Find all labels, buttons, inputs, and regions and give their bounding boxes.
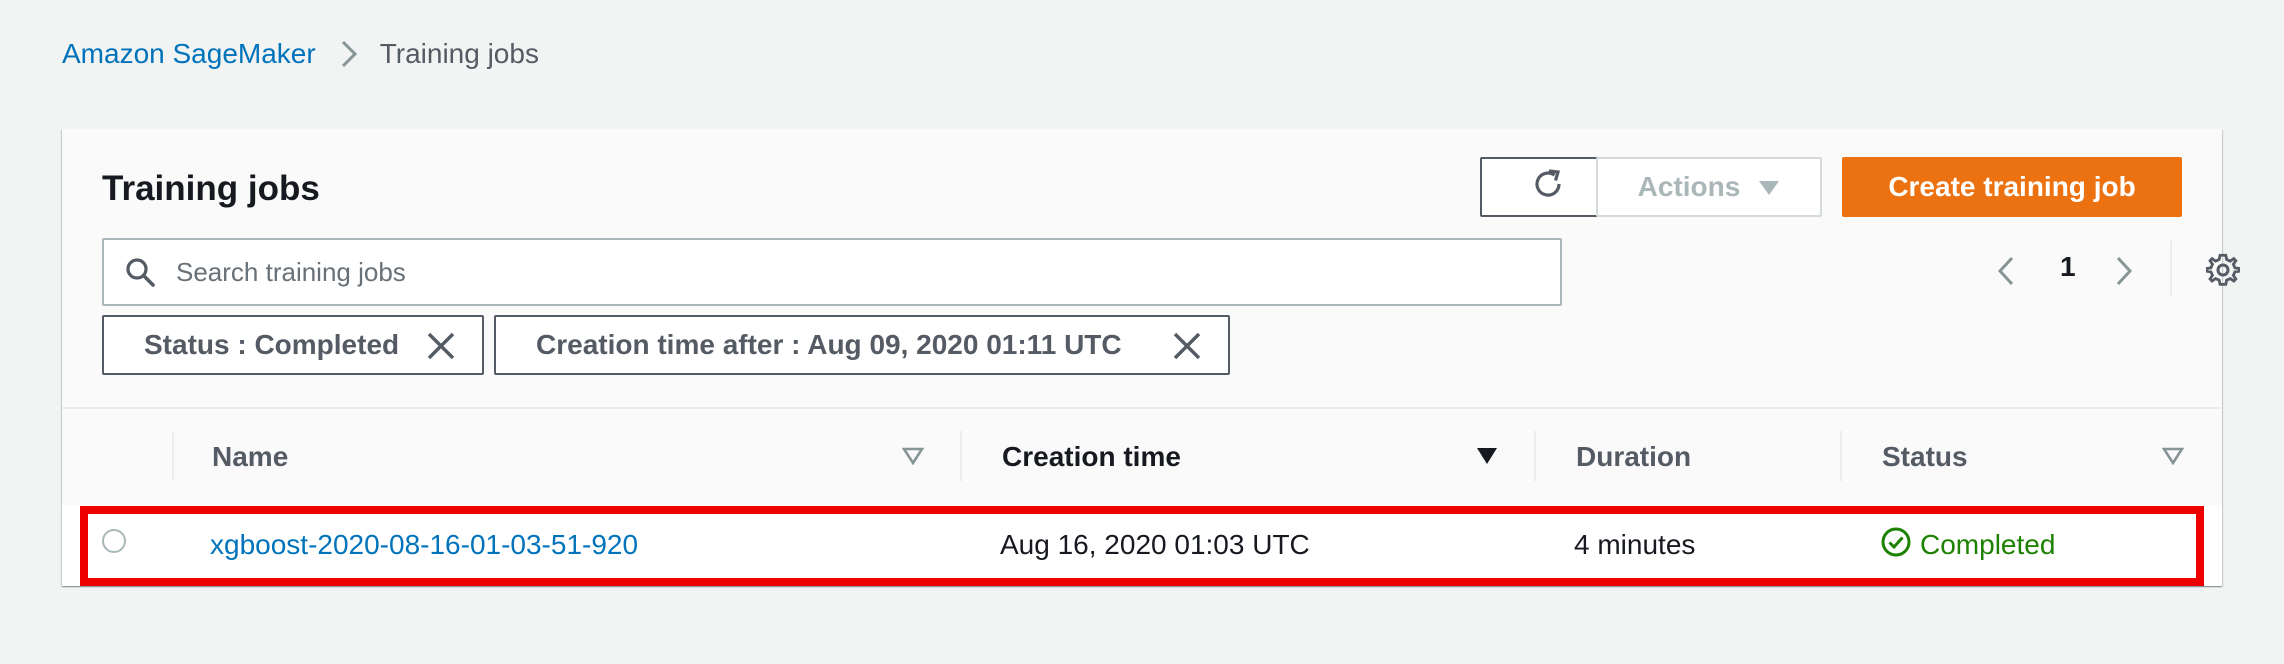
search-icon: [124, 256, 156, 288]
creation-time-cell: Aug 16, 2020 01:03 UTC: [1000, 529, 1310, 560]
close-icon[interactable]: [426, 331, 456, 361]
actions-dropdown[interactable]: Actions: [1596, 157, 1822, 217]
table-header: Name Creation time Duration Status: [62, 409, 2222, 507]
column-header-name[interactable]: Name: [212, 409, 288, 505]
sort-icon[interactable]: [902, 447, 924, 465]
column-divider: [172, 431, 174, 481]
status-badge: Completed: [1880, 505, 2055, 585]
breadcrumb-sagemaker-link[interactable]: Amazon SageMaker: [62, 38, 316, 70]
page-number[interactable]: 1: [2060, 251, 2076, 283]
chevron-left-icon[interactable]: [1996, 255, 2016, 292]
status-text: Completed: [1920, 529, 2056, 560]
column-header-status[interactable]: Status: [1882, 409, 1968, 505]
panel-header: Training jobs Actions Create training jo…: [62, 129, 2241, 409]
chevron-right-icon[interactable]: [2114, 255, 2134, 292]
actions-label: Actions: [1637, 171, 1741, 202]
training-jobs-panel: Training jobs Actions Create training jo…: [62, 129, 2241, 586]
pagination-divider: [2170, 241, 2172, 297]
column-divider: [1534, 431, 1536, 481]
chevron-right-icon: [340, 39, 358, 69]
close-icon[interactable]: [1172, 331, 1202, 361]
row-select-radio[interactable]: [102, 529, 126, 553]
create-training-job-button[interactable]: Create training job: [1842, 157, 2182, 217]
sort-icon[interactable]: [2162, 447, 2184, 465]
column-divider: [1840, 431, 1842, 481]
search-input[interactable]: [174, 241, 1560, 303]
table-row[interactable]: xgboost-2020-08-16-01-03-51-920 Aug 16, …: [62, 505, 2222, 585]
refresh-icon: [1530, 166, 1566, 209]
check-circle-icon: [1880, 526, 1912, 565]
filter-token-status: Status : Completed: [102, 315, 484, 375]
search-bar: [102, 238, 1562, 306]
training-job-name-link[interactable]: xgboost-2020-08-16-01-03-51-920: [210, 505, 638, 585]
breadcrumb-current: Training jobs: [379, 38, 539, 69]
filter-token-label: Status : Completed: [144, 329, 400, 360]
page-title: Training jobs: [102, 169, 320, 208]
caret-down-icon: [1758, 171, 1780, 203]
column-divider: [960, 431, 962, 481]
breadcrumb: Amazon SageMaker Training jobs: [62, 38, 539, 70]
filter-token-creation-time: Creation time after : Aug 09, 2020 01:11…: [494, 315, 1230, 375]
column-header-creation-time[interactable]: Creation time: [1002, 409, 1181, 505]
filter-token-label: Creation time after : Aug 09, 2020 01:11…: [536, 329, 1122, 360]
column-header-duration[interactable]: Duration: [1576, 409, 1691, 505]
duration-cell: 4 minutes: [1574, 529, 1696, 560]
sort-icon[interactable]: [1476, 447, 1498, 465]
gear-icon[interactable]: [2205, 253, 2241, 292]
